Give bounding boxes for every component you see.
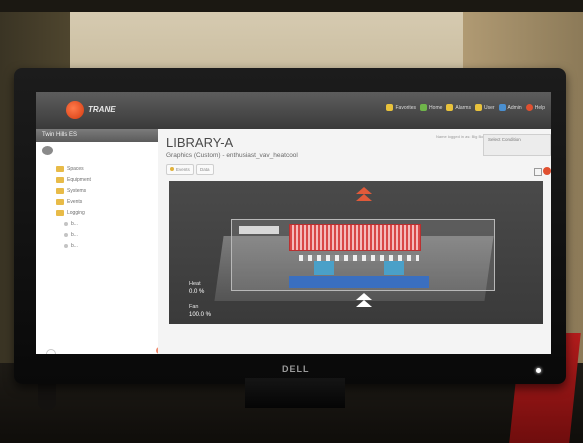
tab-data[interactable]: Data — [196, 164, 214, 175]
fan-motor — [384, 261, 404, 275]
nav-user[interactable]: User — [474, 104, 495, 111]
edit-icon[interactable] — [534, 168, 542, 176]
equipment-graphic: Heat 0.0 % Fan 100.0 % — [169, 181, 543, 324]
top-bar: TRANE Favorites Home Alarms User Admin H… — [36, 92, 551, 129]
fan-motor — [314, 261, 334, 275]
logo-text: TRANE — [88, 105, 116, 114]
folder-icon — [56, 198, 64, 205]
page-subtitle: Graphics (Custom) - enthusiast_vav_heatc… — [166, 152, 298, 159]
leaf-icon — [64, 243, 68, 248]
leaf-icon — [64, 232, 68, 237]
monitor-stand — [245, 378, 345, 408]
heat-value: 0.0 % — [189, 289, 205, 295]
folder-icon — [56, 209, 64, 216]
alert-icon — [170, 167, 174, 171]
sidebar-title: Twin Hills ES — [36, 129, 158, 142]
nav-admin[interactable]: Admin — [498, 104, 522, 111]
ceiling-shadow — [0, 0, 583, 12]
main-panel: LIBRARY-A Graphics (Custom) - enthusiast… — [158, 129, 551, 354]
alarm-icon — [446, 104, 454, 111]
folder-icon — [56, 176, 64, 183]
heating-coil — [289, 224, 421, 251]
airflow-arrow-icon — [356, 300, 372, 307]
power-led — [536, 368, 541, 373]
tree-item-leaf[interactable]: b... — [56, 240, 91, 251]
fan-value: 100.0 % — [189, 312, 212, 318]
heat-arrow-icon — [356, 194, 372, 201]
unit-duct — [239, 226, 279, 234]
star-icon — [386, 104, 394, 111]
close-icon[interactable] — [543, 167, 551, 175]
user-icon — [474, 104, 482, 111]
nav-help[interactable]: Help — [525, 104, 545, 111]
sidebar: Twin Hills ES Spaces Equipment Systems E… — [36, 129, 163, 354]
admin-icon — [498, 104, 506, 111]
tree-item-systems[interactable]: Systems — [56, 185, 91, 196]
tab-events[interactable]: Events — [166, 164, 194, 175]
help-icon — [525, 104, 533, 111]
nav-alarms[interactable]: Alarms — [446, 104, 471, 111]
folder-icon — [56, 165, 64, 172]
tree-item-leaf[interactable]: b... — [56, 218, 91, 229]
monitor-brand: DELL — [282, 364, 310, 374]
nav-home[interactable]: Home — [420, 104, 442, 111]
folder-icon — [56, 187, 64, 194]
sidebar-settings-icon[interactable] — [46, 349, 56, 354]
leaf-icon — [64, 221, 68, 226]
top-nav: Favorites Home Alarms User Admin Help — [386, 104, 545, 111]
tree-item-equipment[interactable]: Equipment — [56, 174, 91, 185]
home-icon — [420, 104, 428, 111]
heat-arrow-icon — [356, 187, 372, 194]
tree-item-leaf[interactable]: b... — [56, 229, 91, 240]
fan-label: Fan — [189, 304, 199, 310]
nav-tree: Spaces Equipment Systems Events Logging … — [56, 163, 91, 251]
trane-logo-icon — [66, 101, 84, 119]
airflow-arrow-icon — [356, 293, 372, 300]
sidebar-menu-button[interactable] — [42, 146, 53, 155]
nav-favorites[interactable]: Favorites — [386, 104, 416, 111]
tree-item-logging[interactable]: Logging — [56, 207, 91, 218]
page-title: LIBRARY-A — [166, 135, 234, 150]
select-condition-button[interactable]: Select Condition — [483, 134, 551, 156]
tree-item-events[interactable]: Events — [56, 196, 91, 207]
screen: TRANE Favorites Home Alarms User Admin H… — [36, 92, 551, 354]
unit-base — [289, 276, 429, 288]
tree-item-spaces[interactable]: Spaces — [56, 163, 91, 174]
heat-label: Heat — [189, 281, 201, 287]
